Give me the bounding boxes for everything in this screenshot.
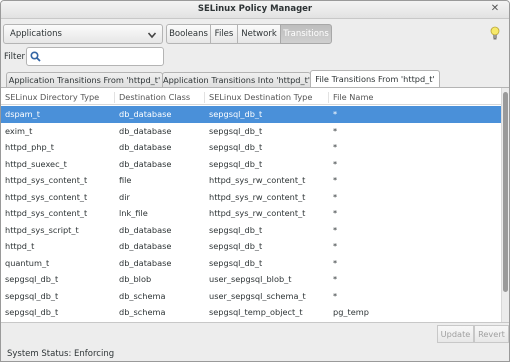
files-button[interactable]: Files	[210, 24, 238, 44]
search-icon	[30, 51, 41, 62]
table-row[interactable]: sepgsql_db_t db_schema user_sepgsql_schema…	[1, 288, 501, 305]
destination-type-cell: sepgsql_db_t	[209, 224, 263, 235]
directory-type-cell: httpd_suexec_t	[5, 158, 67, 169]
destination-type-cell: sepgsql_db_t	[209, 109, 263, 119]
table-row[interactable]: quantum_t db_database sepgsql_db_t *	[1, 255, 501, 272]
table-row[interactable]: exim_t db_database sepgsql_db_t *	[1, 123, 501, 140]
table-row[interactable]: httpd_suexec_t db_database sepgsql_db_t *	[1, 156, 501, 173]
file-name-cell: *	[333, 158, 338, 169]
destination-class-cell: db_database	[119, 125, 172, 136]
directory-type-cell: quantum_t	[5, 257, 50, 268]
file-name-cell: *	[333, 224, 338, 235]
chevron-down-icon	[147, 32, 157, 39]
destination-class-cell: db_database	[119, 109, 172, 119]
tab-app-transitions-from[interactable]: Application Transitions From 'httpd_t'	[6, 72, 163, 88]
directory-type-cell: sepgsql_db_t	[5, 307, 59, 317]
destination-class-cell: db_database	[119, 241, 172, 251]
vertical-scrollbar[interactable]	[501, 88, 509, 322]
destination-class-cell: db_schema	[119, 307, 166, 317]
destination-type-cell: httpd_sys_rw_content_t	[209, 191, 306, 202]
file-name-cell: *	[333, 109, 338, 119]
destination-class-cell: db_database	[119, 142, 172, 152]
file-name-cell: *	[333, 290, 338, 301]
transitions-table: SELinux Directory Type Destination Class…	[1, 87, 509, 323]
destination-class-cell: db_database	[119, 224, 172, 235]
app-window: SELinux Policy Manager ✕ Applications Bo…	[0, 0, 510, 362]
toolbar: Applications Booleans Files Network Tran…	[1, 23, 509, 45]
tab-file-transitions-from[interactable]: File Transitions From 'httpd_t'	[310, 70, 440, 88]
destination-type-cell: httpd_sys_rw_content_t	[209, 175, 306, 185]
application-select-value: Applications	[10, 29, 62, 39]
tab-app-transitions-into[interactable]: Application Transitions Into 'httpd_t'	[162, 72, 311, 88]
status-text: System Status: Enforcing	[7, 349, 115, 359]
directory-type-cell: httpd_sys_content_t	[5, 208, 88, 218]
lightbulb-icon[interactable]	[490, 26, 500, 41]
file-name-cell: *	[333, 191, 338, 202]
scrollbar-thumb[interactable]	[503, 92, 508, 292]
transition-tabs: Application Transitions From 'httpd_t' A…	[1, 70, 509, 88]
filter-field[interactable]	[26, 47, 164, 66]
title-bar: SELinux Policy Manager ✕	[1, 1, 509, 19]
file-name-cell: *	[333, 241, 338, 251]
network-button[interactable]: Network	[237, 24, 281, 44]
file-name-cell: *	[333, 257, 338, 268]
table-row[interactable]: httpd_sys_content_t dir httpd_sys_rw_conte…	[1, 189, 501, 206]
column-header-destination-class[interactable]: Destination Class	[115, 92, 205, 103]
window-title: SELinux Policy Manager	[197, 4, 313, 14]
destination-class-cell: db_blob	[119, 274, 152, 284]
directory-type-cell: dspam_t	[5, 109, 40, 119]
directory-type-cell: httpd_t	[5, 241, 35, 251]
directory-type-cell: httpd_sys_content_t	[5, 191, 88, 202]
table-row[interactable]: httpd_php_t db_database sepgsql_db_t *	[1, 139, 501, 156]
column-header-directory-type[interactable]: SELinux Directory Type	[1, 92, 115, 103]
table-row[interactable]: httpd_t db_database sepgsql_db_t *	[1, 238, 501, 255]
destination-type-cell: sepgsql_db_t	[209, 241, 263, 251]
destination-class-cell: db_database	[119, 158, 172, 169]
directory-type-cell: httpd_sys_content_t	[5, 175, 88, 185]
directory-type-cell: httpd_sys_script_t	[5, 224, 79, 235]
destination-type-cell: user_sepgsql_blob_t	[209, 274, 292, 284]
filter-input[interactable]	[43, 49, 161, 64]
file-name-cell: *	[333, 208, 338, 218]
destination-class-cell: lnk_file	[119, 208, 148, 218]
table-row[interactable]: sepgsql_db_t db_blob user_sepgsql_blob_t *	[1, 271, 501, 288]
destination-type-cell: sepgsql_db_t	[209, 142, 263, 152]
file-name-cell: *	[333, 125, 338, 136]
filter-label: Filter	[4, 52, 26, 62]
close-icon[interactable]: ✕	[489, 3, 501, 15]
directory-type-cell: exim_t	[5, 125, 33, 136]
destination-type-cell: sepgsql_db_t	[209, 125, 263, 136]
revert-button[interactable]: Revert	[474, 325, 509, 343]
file-name-cell: *	[333, 175, 338, 185]
destination-type-cell: sepgsql_db_t	[209, 158, 263, 169]
application-select[interactable]: Applications	[3, 24, 163, 44]
table-row[interactable]: httpd_sys_content_t lnk_file httpd_sys_rw_…	[1, 205, 501, 222]
destination-class-cell: dir	[119, 191, 130, 202]
update-button[interactable]: Update	[437, 325, 474, 343]
destination-class-cell: file	[119, 175, 132, 185]
destination-type-cell: sepgsql_temp_object_t	[209, 307, 303, 317]
directory-type-cell: sepgsql_db_t	[5, 274, 59, 284]
table-row[interactable]: dspam_t db_database sepgsql_db_t *	[1, 106, 501, 123]
table-header: SELinux Directory Type Destination Class…	[1, 88, 501, 105]
table-body: dspam_t db_database sepgsql_db_t * exim_t db_…	[1, 106, 501, 321]
table-row[interactable]: httpd_sys_script_t db_database sepgsql_db_…	[1, 222, 501, 239]
destination-class-cell: db_schema	[119, 290, 166, 301]
column-header-destination-type[interactable]: SELinux Destination Type	[205, 92, 329, 103]
file-name-cell: *	[333, 142, 338, 152]
column-header-file-name[interactable]: File Name	[329, 92, 501, 103]
file-name-cell: *	[333, 274, 338, 284]
destination-type-cell: sepgsql_db_t	[209, 257, 263, 268]
table-row[interactable]: httpd_sys_content_t file httpd_sys_rw_cont…	[1, 172, 501, 189]
destination-class-cell: db_database	[119, 257, 172, 268]
file-name-cell: pg_temp	[333, 307, 369, 317]
destination-type-cell: httpd_sys_rw_content_t	[209, 208, 306, 218]
directory-type-cell: sepgsql_db_t	[5, 290, 59, 301]
transitions-button[interactable]: Transitions	[280, 24, 332, 44]
booleans-button[interactable]: Booleans	[166, 24, 211, 44]
directory-type-cell: httpd_php_t	[5, 142, 54, 152]
destination-type-cell: user_sepgsql_schema_t	[209, 290, 306, 301]
table-row[interactable]: sepgsql_db_t db_schema sepgsql_temp_object…	[1, 304, 501, 321]
